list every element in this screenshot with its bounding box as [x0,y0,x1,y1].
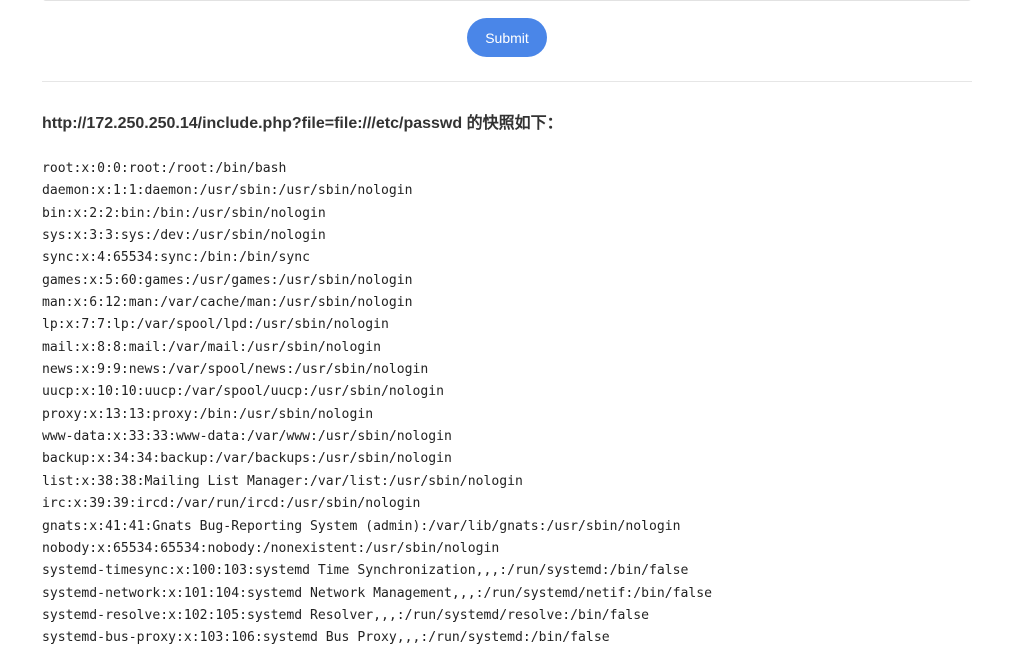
passwd-line: proxy:x:13:13:proxy:/bin:/usr/sbin/nolog… [42,406,374,422]
url-input-field[interactable] [42,0,972,1]
passwd-line: list:x:38:38:Mailing List Manager:/var/l… [42,473,523,489]
passwd-content: root:x:0:0:root:/root:/bin/bash daemon:x:… [42,158,712,648]
passwd-line: sync:x:4:65534:sync:/bin:/bin/sync [42,250,311,266]
passwd-line: systemd-timesync:x:100:103:systemd Time … [42,563,689,579]
submit-button[interactable]: Submit [467,18,547,57]
passwd-line: daemon:x:1:1:daemon:/usr/sbin:/usr/sbin/… [42,183,413,199]
passwd-line: systemd-resolve:x:102:105:systemd Resolv… [42,607,649,623]
passwd-line: root:x:0:0:root:/root:/bin/bash [42,161,287,176]
passwd-line: irc:x:39:39:ircd:/var/run/ircd:/usr/sbin… [42,496,421,512]
result-heading: http://172.250.250.14/include.php?file=f… [42,115,563,132]
section-divider [42,81,972,82]
passwd-line: man:x:6:12:man:/var/cache/man:/usr/sbin/… [42,295,413,311]
passwd-line: bin:x:2:2:bin:/bin:/usr/sbin/nologin [42,205,326,221]
passwd-line: www-data:x:33:33:www-data:/var/www:/usr/… [42,429,452,445]
passwd-line: mail:x:8:8:mail:/var/mail:/usr/sbin/nolo… [42,339,381,355]
passwd-line: lp:x:7:7:lp:/var/spool/lpd:/usr/sbin/nol… [42,317,389,333]
passwd-line: uucp:x:10:10:uucp:/var/spool/uucp:/usr/s… [42,384,445,400]
passwd-line: systemd-network:x:101:104:systemd Networ… [42,585,713,601]
passwd-line: systemd-bus-proxy:x:103:106:systemd Bus … [42,630,610,646]
passwd-line: backup:x:34:34:backup:/var/backups:/usr/… [42,451,452,467]
passwd-line: nobody:x:65534:65534:nobody:/nonexistent… [42,540,500,556]
passwd-line: games:x:5:60:games:/usr/games:/usr/sbin/… [42,272,413,288]
passwd-line: news:x:9:9:news:/var/spool/news:/usr/sbi… [42,362,429,378]
passwd-line: sys:x:3:3:sys:/dev:/usr/sbin/nologin [42,228,326,244]
passwd-line: gnats:x:41:41:Gnats Bug-Reporting System… [42,518,681,534]
